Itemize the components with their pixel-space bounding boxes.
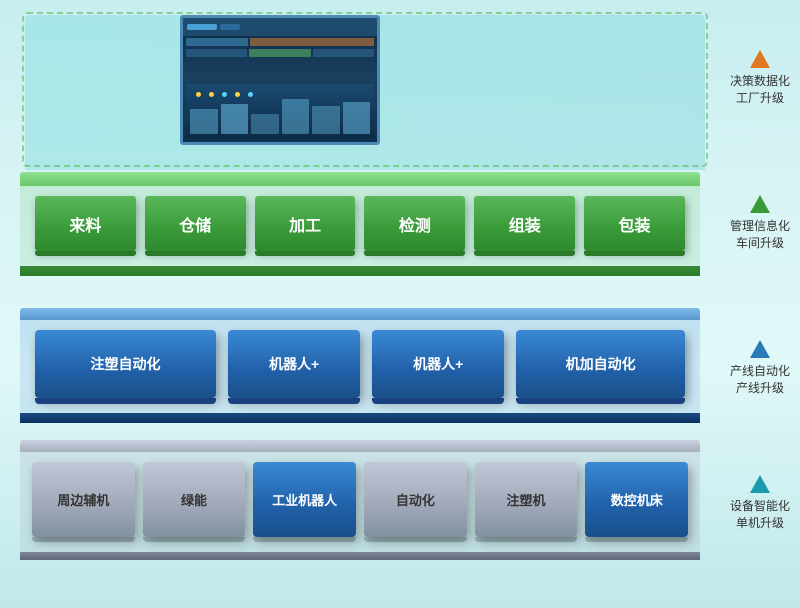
floor-item-5 <box>312 106 340 134</box>
arrow-production <box>750 340 770 358</box>
monitor-bar-c <box>186 49 247 57</box>
green-layer-top <box>20 172 700 186</box>
box-storage: 仓储 <box>145 196 246 251</box>
monitor-floor <box>186 84 374 139</box>
box-injection-auto: 注塑自动化 <box>35 330 216 398</box>
box-machine-auto: 机加自动化 <box>516 330 685 398</box>
box-processing: 加工 <box>255 196 356 251</box>
dot-4 <box>235 92 240 97</box>
floor-item-2 <box>221 104 249 134</box>
floor-item-3 <box>251 114 279 134</box>
label-equipment-text: 设备智能化 单机升级 <box>730 498 790 532</box>
box-packaging: 包装 <box>584 196 685 251</box>
label-decision-text: 决策数据化 工厂升级 <box>730 73 790 107</box>
monitor-row3 <box>183 48 377 58</box>
main-container: 决策数据化 工厂升级 来料 仓储 加工 检测 组装 包装 <box>0 0 800 608</box>
label-decision: 决策数据化 工厂升级 <box>730 50 790 107</box>
floor-dots <box>196 92 253 97</box>
blue-layer-bottom <box>20 413 700 423</box>
monitor-row2 <box>183 36 377 48</box>
box-peripheral: 周边辅机 <box>32 462 135 537</box>
label-management: 管理信息化 车间升级 <box>730 195 790 252</box>
monitor-dot-1 <box>187 24 217 30</box>
box-detection: 检测 <box>364 196 465 251</box>
box-injection-machine: 注塑机 <box>475 462 578 537</box>
box-assembly: 组装 <box>474 196 575 251</box>
box-incoming: 来料 <box>35 196 136 251</box>
layer-management: 来料 仓储 加工 检测 组装 包装 <box>20 172 700 276</box>
monitor-dot-2 <box>220 24 240 30</box>
box-green-energy: 绿能 <box>143 462 246 537</box>
monitor-bar-a <box>186 38 248 46</box>
dot-1 <box>196 92 201 97</box>
box-cnc: 数控机床 <box>585 462 688 537</box>
gray-boxes-area: 周边辅机 绿能 工业机器人 自动化 注塑机 数控机床 <box>20 452 700 552</box>
arrow-management <box>750 195 770 213</box>
box-industrial-robot: 工业机器人 <box>253 462 356 537</box>
floor-item-1 <box>190 109 218 134</box>
blue-layer-top <box>20 308 700 320</box>
dot-3 <box>222 92 227 97</box>
green-boxes-area: 来料 仓储 加工 检测 组装 包装 <box>20 186 700 266</box>
label-production: 产线自动化 产线升级 <box>730 340 790 397</box>
dot-5 <box>248 92 253 97</box>
label-production-text: 产线自动化 产线升级 <box>730 363 790 397</box>
gray-layer-bottom <box>20 552 700 560</box>
monitor-bar-e <box>313 49 374 57</box>
monitor-display <box>183 18 377 142</box>
monitor-bar-b <box>250 38 374 46</box>
box-robot-1: 机器人+ <box>228 330 360 398</box>
monitor-topbar <box>183 18 377 36</box>
green-layer-bottom <box>20 266 700 276</box>
blue-boxes-area: 注塑自动化 机器人+ 机器人+ 机加自动化 <box>20 320 700 413</box>
arrow-equipment <box>750 475 770 493</box>
label-management-text: 管理信息化 车间升级 <box>730 218 790 252</box>
label-equipment: 设备智能化 单机升级 <box>730 475 790 532</box>
monitor-screen <box>180 15 380 145</box>
gray-layer-top <box>20 440 700 452</box>
monitor-bar-d <box>249 49 310 57</box>
layer-production: 注塑自动化 机器人+ 机器人+ 机加自动化 <box>20 308 700 423</box>
box-automation: 自动化 <box>364 462 467 537</box>
arrow-decision <box>750 50 770 68</box>
box-robot-2: 机器人+ <box>372 330 504 398</box>
dot-2 <box>209 92 214 97</box>
layer-equipment: 周边辅机 绿能 工业机器人 自动化 注塑机 数控机床 <box>20 440 700 560</box>
floor-item-4 <box>282 99 310 134</box>
floor-item-6 <box>343 102 371 134</box>
